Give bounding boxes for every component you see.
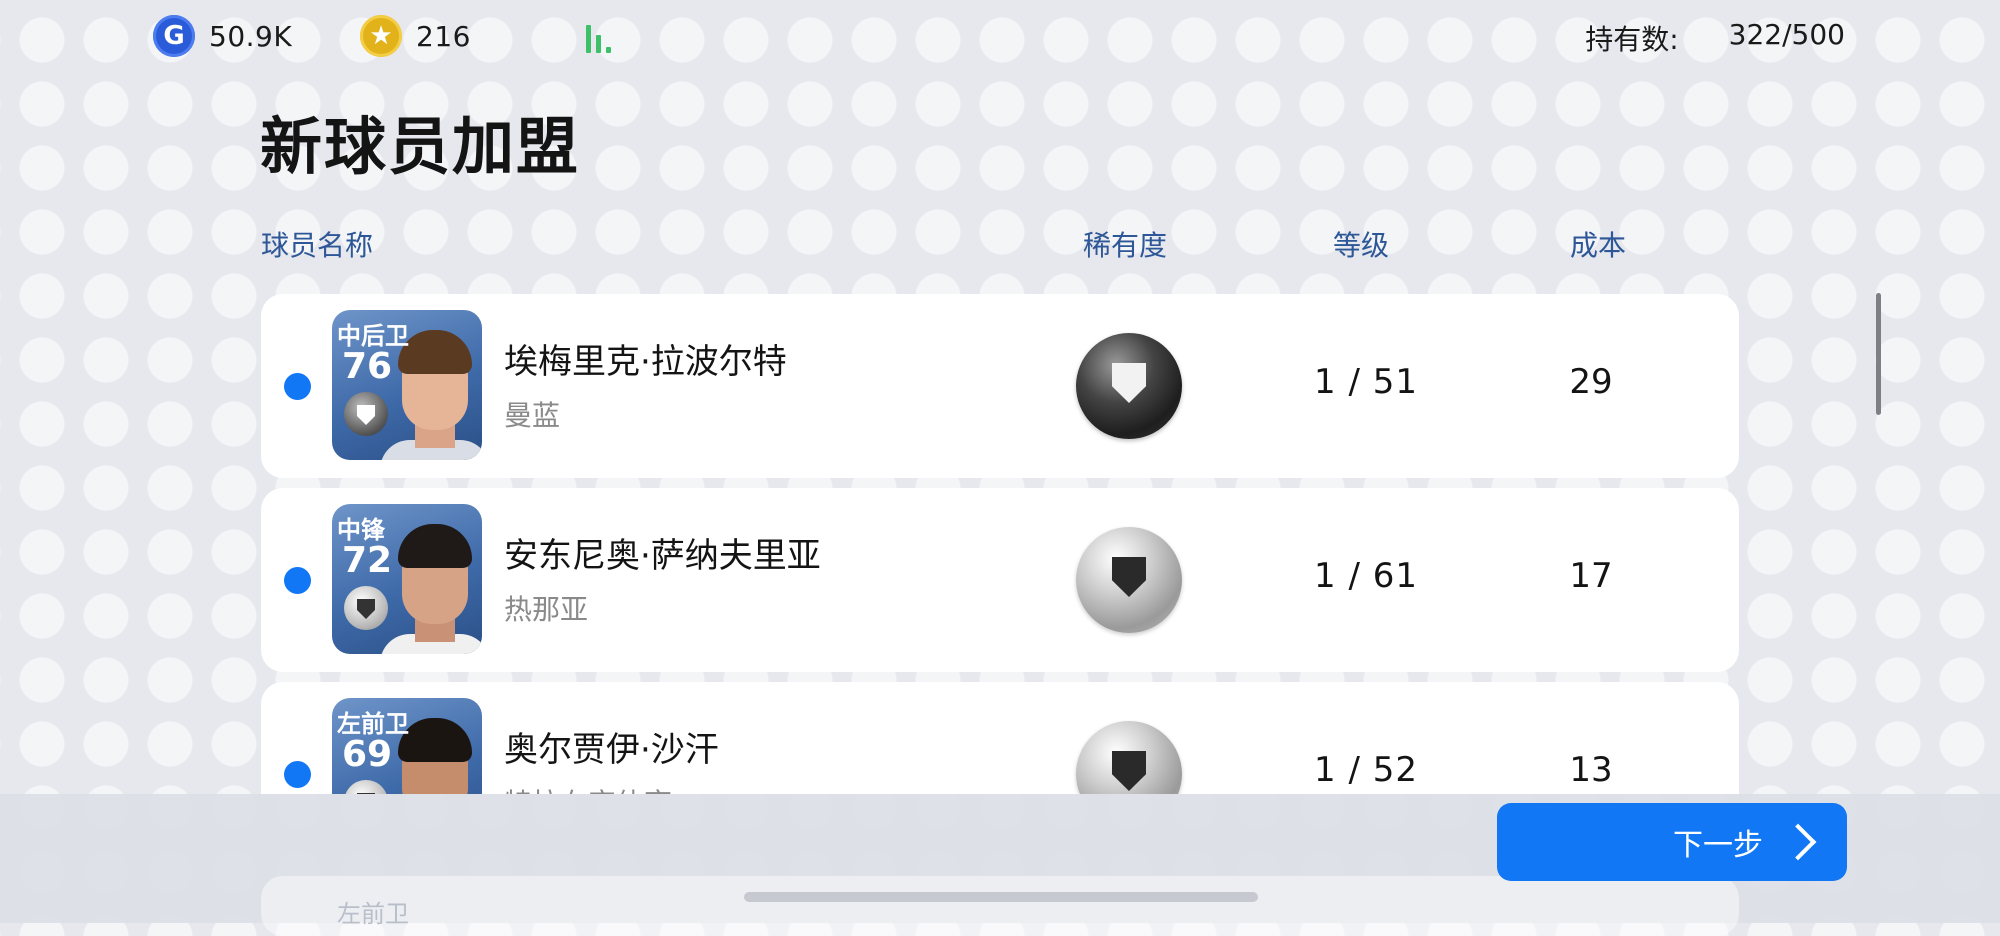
next-button[interactable]: 下一步 [1497,803,1847,881]
player-level: 1 / 61 [1314,556,1418,596]
player-portrait: 中锋 72 [332,504,482,654]
next-button-label: 下一步 [1673,828,1763,863]
player-overall: 76 [342,346,393,387]
column-header-cost: 成本 [1570,229,1627,262]
new-indicator-dot [284,567,311,594]
star-coin-icon: ★ [360,15,402,57]
coin-currency: ★ 216 [360,15,471,57]
player-cost: 13 [1569,750,1613,790]
player-card-partial: 左前卫 [261,876,1739,936]
column-header-rarity: 稀有度 [1083,229,1168,262]
rarity-ball-icon [1076,527,1182,633]
player-card[interactable]: 中后卫 76 埃梅里克·拉波尔特 曼蓝 1 / 51 29 [261,294,1739,478]
player-name: 安东尼奥·萨纳夫里亚 [504,536,821,576]
player-card[interactable]: 中锋 72 安东尼奥·萨纳夫里亚 热那亚 1 / 61 17 [261,488,1739,672]
player-card[interactable]: 左前卫 69 奥尔贾伊·沙汗 特拉布宗体育 1 / 52 13 [261,682,1739,794]
signal-strength-icon [586,23,620,53]
player-cost: 29 [1569,362,1613,402]
column-header-name: 球员名称 [261,229,374,262]
player-face [380,516,482,654]
rarity-ball-icon [1076,333,1182,439]
coin-value: 216 [416,19,471,53]
player-position: 左前卫 [337,900,409,928]
player-level: 1 / 52 [1314,750,1418,790]
list-scrollbar[interactable] [1876,293,1881,415]
gp-currency: G 50.9K [153,15,292,57]
player-portrait: 左前卫 69 [332,698,482,794]
player-list[interactable]: 中后卫 76 埃梅里克·拉波尔特 曼蓝 1 / 51 29 中锋 72 安东尼奥… [261,294,1739,794]
hold-label: 持有数: [1585,23,1679,56]
rarity-ball-icon [1076,721,1182,794]
page-title: 新球员加盟 [260,110,581,183]
squad-capacity: 持有数: 322/500 [1585,18,1845,58]
chevron-right-icon [1779,823,1817,861]
column-header-level: 等级 [1333,229,1390,262]
gp-coin-icon: G [153,15,195,57]
player-name: 埃梅里克·拉波尔特 [504,342,787,382]
player-portrait: 中后卫 76 [332,310,482,460]
player-overall: 69 [342,734,393,775]
player-overall: 72 [342,540,393,581]
player-level: 1 / 51 [1314,362,1418,402]
new-indicator-dot [284,761,311,788]
player-club: 热那亚 [504,593,589,626]
player-cost: 17 [1569,556,1613,596]
home-indicator[interactable] [744,892,1258,902]
hold-value: 322/500 [1728,18,1845,51]
new-indicator-dot [284,373,311,400]
player-club: 曼蓝 [504,399,561,432]
player-name: 奥尔贾伊·沙汗 [504,730,719,770]
gp-value: 50.9K [209,19,293,53]
top-status-bar: G 50.9K ★ 216 持有数: 322/500 [0,0,2000,76]
player-club: 特拉布宗体育 [504,782,672,794]
